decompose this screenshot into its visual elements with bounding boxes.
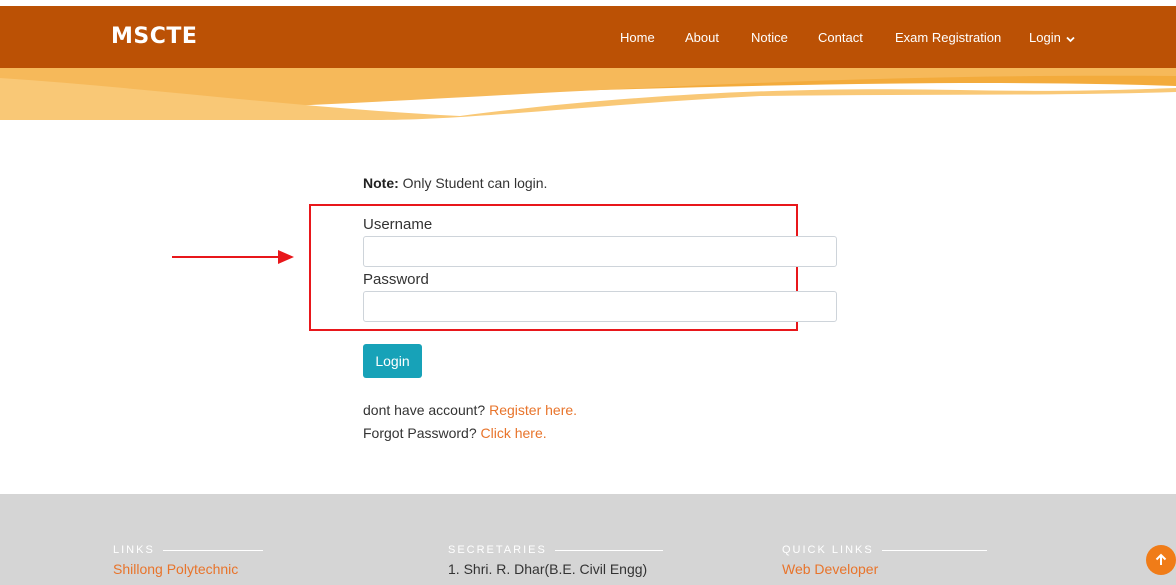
register-link[interactable]: Register here. — [489, 402, 577, 418]
footer-links-heading: LINKS — [113, 544, 263, 556]
footer-link-web-developer[interactable]: Web Developer — [782, 561, 987, 577]
nav-exam-registration[interactable]: Exam Registration — [895, 30, 1001, 45]
login-button[interactable]: Login — [363, 344, 422, 378]
password-label: Password — [363, 271, 429, 288]
heading-divider — [554, 549, 663, 551]
forgot-password-line: Forgot Password? Click here. — [363, 425, 547, 441]
footer-link-shillong-polytechnic[interactable]: Shillong Polytechnic — [113, 561, 263, 577]
arrow-right-icon — [172, 250, 294, 264]
register-prompt: dont have account? — [363, 402, 490, 418]
site-header: MSCTE Home About Notice Contact Exam Reg… — [0, 6, 1176, 70]
footer-quick-links-heading-text: QUICK LINKS — [782, 544, 874, 556]
login-note: Note: Only Student can login. — [363, 175, 547, 191]
forgot-prompt: Forgot Password? — [363, 425, 481, 441]
footer-secretaries-heading-text: SECRETARIES — [448, 544, 547, 556]
footer-links-column: LINKS Shillong Polytechnic — [113, 544, 263, 577]
footer-secretaries-heading: SECRETARIES — [448, 544, 663, 556]
note-bold-label: Note: — [363, 175, 399, 191]
nav-login-dropdown[interactable]: Login — [1029, 30, 1075, 46]
note-text: Only Student can login. — [398, 175, 548, 191]
nav-contact[interactable]: Contact — [818, 30, 863, 45]
username-label: Username — [363, 216, 433, 233]
heading-divider — [881, 549, 987, 551]
username-input[interactable] — [363, 236, 837, 267]
arrow-up-icon — [1155, 553, 1167, 565]
site-footer: LINKS Shillong Polytechnic SECRETARIES 1… — [0, 494, 1176, 585]
back-to-top-button[interactable] — [1146, 545, 1176, 575]
chevron-down-icon — [1066, 31, 1075, 46]
nav-notice[interactable]: Notice — [751, 30, 788, 45]
register-line: dont have account? Register here. — [363, 402, 577, 418]
header-wave-decoration — [0, 68, 1176, 120]
forgot-password-link[interactable]: Click here. — [481, 425, 547, 441]
heading-divider — [162, 549, 263, 551]
nav-about[interactable]: About — [685, 30, 719, 45]
footer-quick-links-column: QUICK LINKS Web Developer — [782, 544, 987, 577]
main-nav: Home About Notice Contact Exam Registrat… — [0, 30, 1176, 50]
nav-login-label: Login — [1029, 30, 1061, 45]
password-input[interactable] — [363, 291, 837, 322]
nav-home[interactable]: Home — [620, 30, 655, 45]
footer-links-heading-text: LINKS — [113, 544, 155, 556]
footer-secretaries-column: SECRETARIES 1. Shri. R. Dhar(B.E. Civil … — [448, 544, 663, 577]
footer-quick-links-heading: QUICK LINKS — [782, 544, 987, 556]
footer-secretary-item: 1. Shri. R. Dhar(B.E. Civil Engg) — [448, 561, 648, 577]
